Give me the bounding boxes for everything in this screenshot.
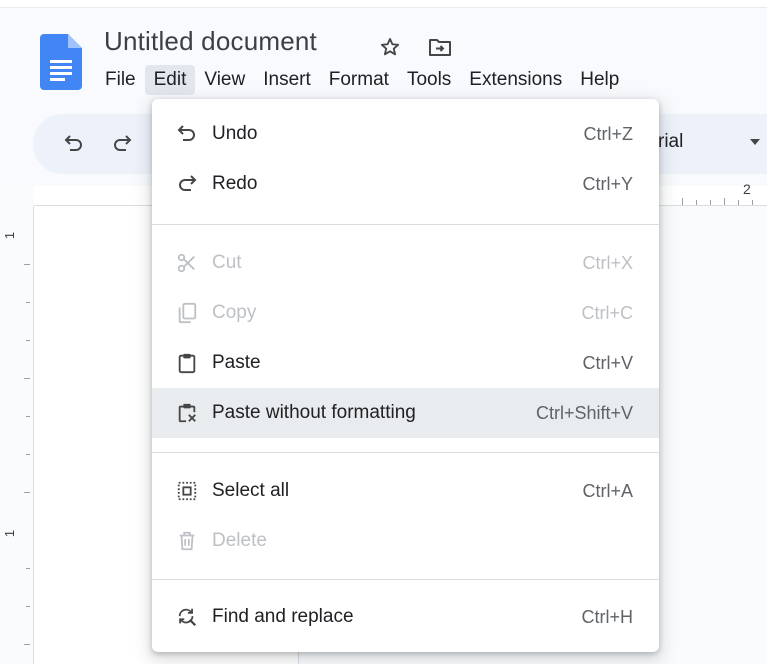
menu-extensions[interactable]: Extensions xyxy=(460,65,571,95)
menu-bar: File Edit View Insert Format Tools Exten… xyxy=(96,62,628,98)
menu-format[interactable]: Format xyxy=(320,65,398,95)
menu-item-label: Delete xyxy=(212,530,267,551)
docs-logo-icon[interactable] xyxy=(40,34,82,90)
find-replace-icon xyxy=(174,604,200,630)
menu-item-shortcut: Ctrl+H xyxy=(581,606,633,627)
font-name-select[interactable]: rial xyxy=(658,131,683,153)
menu-item-find-and-replace[interactable]: Find and replace Ctrl+H xyxy=(152,592,659,642)
menu-help[interactable]: Help xyxy=(571,65,628,95)
menu-item-delete[interactable]: Delete xyxy=(152,516,659,566)
menu-item-shortcut: Ctrl+V xyxy=(582,352,633,373)
docs-app: Untitled document File Edit View Insert … xyxy=(0,0,767,664)
undo-icon xyxy=(174,121,200,147)
ruler-tick xyxy=(752,200,753,205)
paste-icon xyxy=(174,350,200,376)
ruler-tick xyxy=(26,454,30,455)
menu-file[interactable]: File xyxy=(96,65,145,95)
menu-item-label: Cut xyxy=(212,252,242,273)
menu-item-label: Copy xyxy=(212,302,257,323)
ruler-number: 2 xyxy=(743,181,751,197)
paste-without-formatting-icon xyxy=(174,400,200,426)
ruler-tick xyxy=(710,200,711,205)
toolbar-redo-icon[interactable] xyxy=(110,132,134,156)
ruler-number: 1 xyxy=(2,529,18,538)
menu-item-shortcut: Ctrl+Y xyxy=(582,173,633,194)
menu-item-paste[interactable]: Paste Ctrl+V xyxy=(152,338,659,388)
menu-item-label: Select all xyxy=(212,480,290,501)
ruler-tick xyxy=(26,568,30,569)
ruler-tick xyxy=(24,378,30,379)
menu-item-label: Find and replace xyxy=(212,606,354,627)
menu-item-copy[interactable]: Copy Ctrl+C xyxy=(152,288,659,338)
menu-item-label: Redo xyxy=(212,173,258,194)
ruler-tick xyxy=(26,302,30,303)
menu-separator xyxy=(152,579,659,580)
redo-icon xyxy=(174,171,200,197)
vertical-ruler[interactable]: 1 1 xyxy=(0,206,34,664)
font-dropdown-arrow-icon[interactable] xyxy=(750,139,760,145)
ruler-tick xyxy=(738,200,739,205)
menu-item-shortcut: Ctrl+X xyxy=(582,252,633,273)
menu-separator xyxy=(152,452,659,453)
menu-item-select-all[interactable]: Select all Ctrl+A xyxy=(152,466,659,516)
ruler-tick xyxy=(24,492,30,493)
menu-item-shortcut: Ctrl+A xyxy=(582,480,633,501)
copy-icon xyxy=(174,300,200,326)
ruler-tick xyxy=(724,198,725,205)
menu-view[interactable]: View xyxy=(195,65,254,95)
ruler-tick xyxy=(24,264,30,265)
menu-item-redo[interactable]: Redo Ctrl+Y xyxy=(152,159,659,209)
menu-item-label: Undo xyxy=(212,123,258,144)
delete-icon xyxy=(174,528,200,554)
menu-separator xyxy=(152,224,659,225)
ruler-tick xyxy=(26,416,30,417)
toolbar-undo-icon[interactable] xyxy=(62,132,86,156)
ruler-tick xyxy=(26,606,30,607)
menu-item-label: Paste without formatting xyxy=(212,402,416,423)
ruler-tick xyxy=(24,644,30,645)
menu-item-cut[interactable]: Cut Ctrl+X xyxy=(152,238,659,288)
select-all-icon xyxy=(174,478,200,504)
menu-item-shortcut: Ctrl+Z xyxy=(583,123,634,144)
menu-item-undo[interactable]: Undo Ctrl+Z xyxy=(152,109,659,159)
edit-menu-dropdown: Undo Ctrl+Z Redo Ctrl+Y Cut Ctrl+X Copy … xyxy=(152,99,659,652)
menu-item-paste-without-formatting[interactable]: Paste without formatting Ctrl+Shift+V xyxy=(152,388,659,438)
ruler-tick xyxy=(682,198,683,205)
ruler-tick xyxy=(26,340,30,341)
menu-tools[interactable]: Tools xyxy=(398,65,460,95)
document-title[interactable]: Untitled document xyxy=(104,26,317,57)
ruler-tick xyxy=(696,200,697,205)
menu-item-shortcut: Ctrl+C xyxy=(581,302,633,323)
ruler-number: 1 xyxy=(2,231,18,240)
menu-item-shortcut: Ctrl+Shift+V xyxy=(535,402,633,423)
move-to-folder-icon[interactable] xyxy=(427,34,453,60)
menu-item-label: Paste xyxy=(212,352,261,373)
menu-edit[interactable]: Edit xyxy=(144,65,196,95)
star-icon[interactable] xyxy=(377,34,403,60)
cut-icon xyxy=(174,250,200,276)
top-edge xyxy=(0,0,767,8)
menu-insert[interactable]: Insert xyxy=(254,65,320,95)
